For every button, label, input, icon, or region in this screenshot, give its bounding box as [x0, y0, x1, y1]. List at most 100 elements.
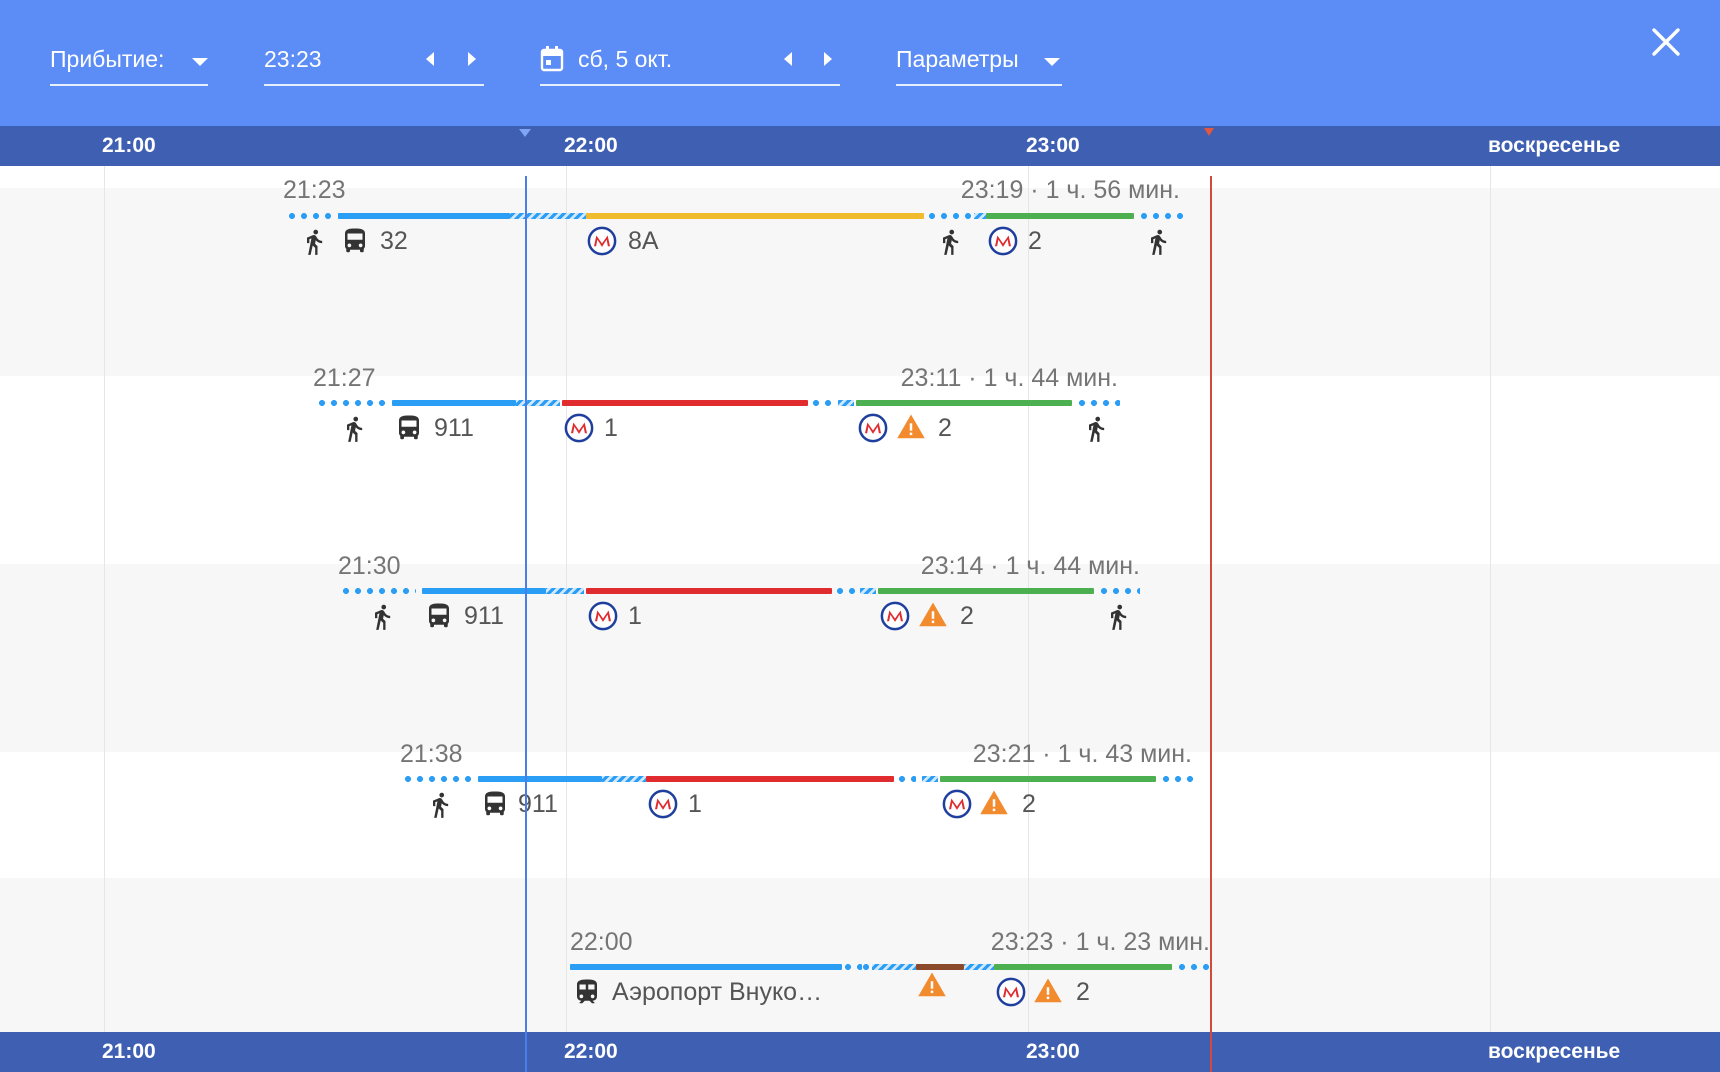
arrival-marker — [1204, 128, 1214, 136]
route-label: 2 — [960, 602, 974, 630]
transfer-segment — [516, 400, 560, 406]
departure-time: 22:00 — [570, 928, 633, 956]
hour-gridline — [1028, 166, 1029, 1032]
date-value: сб, 5 окт. — [578, 46, 673, 72]
walk-icon — [1144, 228, 1172, 256]
departure-time: 21:30 — [338, 552, 401, 580]
time-next-icon[interactable] — [468, 52, 476, 66]
arrival-duration: 23:14 · 1 ч. 44 мин. — [920, 552, 1140, 580]
walk-icon — [936, 228, 964, 256]
chevron-down-icon — [1044, 58, 1060, 66]
timeline-axis-bottom: 21:00 22:00 23:00 воскресенье — [0, 1032, 1720, 1072]
bus-icon — [394, 413, 424, 443]
route-label: 8А — [628, 227, 659, 255]
bus-segment — [338, 213, 510, 219]
hour-gridline — [104, 166, 105, 1032]
walk-segment — [1160, 776, 1196, 782]
options-label: Параметры — [896, 46, 1019, 72]
bus-icon — [480, 789, 510, 819]
calendar-icon — [540, 46, 564, 72]
route-label: 2 — [938, 414, 952, 442]
route-list — [0, 166, 1720, 1032]
transfer-segment — [602, 776, 646, 782]
axis-tick: 23:00 — [1026, 134, 1080, 157]
departure-time: 21:38 — [400, 740, 463, 768]
route-label: 911 — [518, 790, 558, 818]
metro-segment — [646, 776, 894, 782]
time-field[interactable]: 23:23 — [264, 40, 484, 86]
arrival-time-line-tail — [1210, 1032, 1212, 1072]
metro-icon — [564, 413, 594, 443]
route-label: Аэропорт Внуко… — [612, 978, 823, 1006]
date-next-icon[interactable] — [824, 52, 832, 66]
walk-segment — [1176, 964, 1212, 970]
axis-tick: 21:00 — [102, 134, 156, 157]
walk-icon — [368, 603, 396, 631]
transfer-segment — [922, 776, 938, 782]
route-label: 32 — [380, 227, 408, 255]
metro-segment — [856, 400, 1072, 406]
transfer-segment — [964, 964, 994, 970]
metro-icon — [648, 789, 678, 819]
metro-segment — [986, 213, 1134, 219]
transfer-segment — [838, 400, 854, 406]
walk-icon — [300, 228, 328, 256]
axis-tick: 23:00 — [1026, 1040, 1080, 1063]
timeline-axis-top: 21:00 22:00 23:00 воскресенье — [0, 126, 1720, 166]
walk-segment — [860, 964, 872, 970]
transfer-segment — [546, 588, 584, 594]
metro-icon — [942, 789, 972, 819]
walk-segment — [1076, 400, 1120, 406]
train-segment — [570, 964, 842, 970]
metro-icon — [858, 413, 888, 443]
now-marker — [519, 129, 531, 137]
chevron-down-icon — [192, 58, 208, 66]
route-label: 1 — [628, 602, 642, 630]
day-label: воскресенье — [1488, 134, 1621, 157]
arrival-duration: 23:11 · 1 ч. 44 мин. — [900, 364, 1118, 392]
metro-icon — [587, 226, 617, 256]
walk-segment — [1098, 588, 1140, 594]
current-time-line — [525, 176, 527, 1072]
walk-segment — [316, 400, 390, 406]
warning-icon — [917, 600, 949, 630]
transfer-segment — [860, 588, 876, 594]
walk-segment — [842, 964, 862, 970]
walk-segment — [834, 588, 858, 594]
metro-icon — [880, 601, 910, 631]
metro-icon — [988, 226, 1018, 256]
day-label: воскресенье — [1488, 1040, 1621, 1063]
route-label: 2 — [1028, 227, 1042, 255]
date-field[interactable]: сб, 5 окт. — [540, 40, 840, 86]
metro-icon — [996, 977, 1026, 1007]
metro-segment — [994, 964, 1172, 970]
options-dropdown[interactable]: Параметры — [896, 40, 1062, 86]
metro-segment — [878, 588, 1094, 594]
walk-icon — [426, 791, 454, 819]
walk-segment — [1138, 213, 1184, 219]
walk-icon — [1104, 603, 1132, 631]
warning-icon — [1032, 976, 1064, 1006]
current-time-line-tail — [525, 1032, 527, 1072]
bus-segment — [392, 400, 516, 406]
time-prev-icon[interactable] — [426, 52, 434, 66]
metro-icon — [588, 601, 618, 631]
warning-icon — [916, 970, 948, 1000]
walk-icon — [1082, 415, 1110, 443]
arrival-mode-dropdown[interactable]: Прибытие: — [50, 40, 208, 86]
metro-segment — [562, 400, 808, 406]
departure-time: 21:27 — [313, 364, 376, 392]
bus-segment — [422, 588, 546, 594]
axis-tick: 22:00 — [564, 1040, 618, 1063]
walk-icon — [340, 415, 368, 443]
date-prev-icon[interactable] — [784, 52, 792, 66]
time-value: 23:23 — [264, 46, 322, 72]
close-icon[interactable] — [1648, 24, 1684, 60]
metro-segment — [586, 588, 832, 594]
arrival-duration: 23:23 · 1 ч. 23 мин. — [990, 928, 1210, 956]
transfer-segment — [974, 213, 986, 219]
metro-segment — [586, 213, 924, 219]
arrival-mode-label: Прибытие: — [50, 46, 165, 72]
axis-tick: 22:00 — [564, 134, 618, 157]
arrival-time-line — [1210, 176, 1212, 1032]
